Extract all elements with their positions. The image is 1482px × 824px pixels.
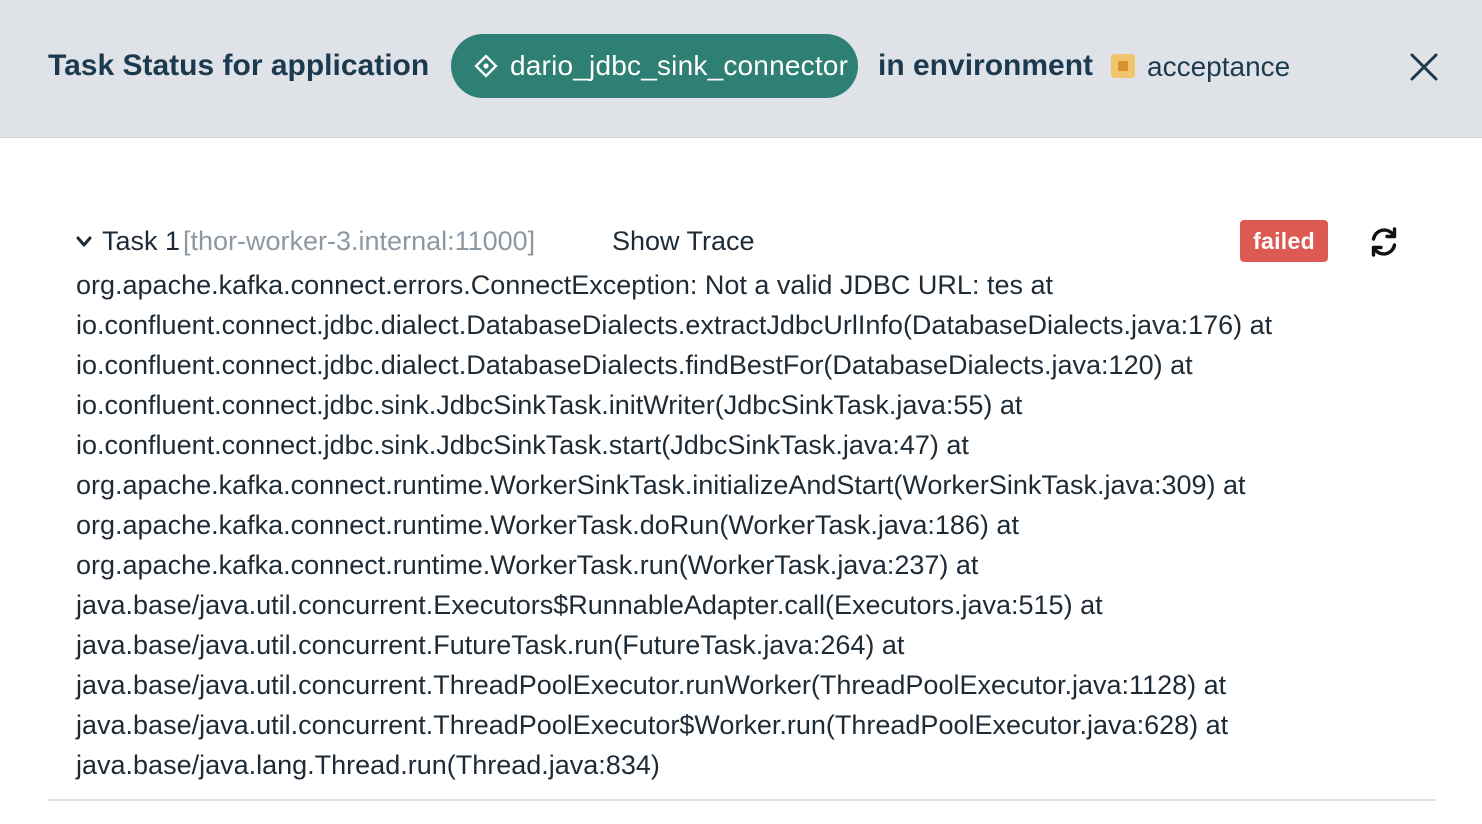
trace-line: org.apache.kafka.connect.runtime.WorkerT… xyxy=(76,510,1019,540)
chevron-down-icon[interactable] xyxy=(74,232,94,252)
trace-line: io.confluent.connect.jdbc.dialect.Databa… xyxy=(76,310,1273,340)
show-trace-link[interactable]: Show Trace xyxy=(612,224,755,258)
modal-header: Task Status for application dario_jdbc_s… xyxy=(0,0,1482,138)
application-name: dario_jdbc_sink_connector xyxy=(510,50,849,81)
refresh-icon xyxy=(1371,227,1397,257)
trace-line: org.apache.kafka.connect.runtime.WorkerS… xyxy=(76,470,1246,500)
trace-line: java.base/java.util.concurrent.FutureTas… xyxy=(76,630,905,660)
trace-line: io.confluent.connect.jdbc.sink.JdbcSinkT… xyxy=(76,430,969,460)
application-pill[interactable]: dario_jdbc_sink_connector xyxy=(451,34,858,98)
environment-square-icon xyxy=(1111,54,1135,78)
task-label[interactable]: Task 1 xyxy=(102,224,180,258)
task-worker-host: [thor-worker-3.internal:11000] xyxy=(183,226,536,256)
refresh-button[interactable] xyxy=(1365,223,1403,261)
trace-line: java.base/java.util.concurrent.ThreadPoo… xyxy=(76,670,1227,700)
environment-name: acceptance xyxy=(1147,51,1291,82)
trace-line: io.confluent.connect.jdbc.sink.JdbcSinkT… xyxy=(76,390,1023,420)
trace-line: java.base/java.util.concurrent.Executors… xyxy=(76,590,1103,620)
trace-line: java.base/java.lang.Thread.run(Thread.ja… xyxy=(76,750,660,780)
status-badge: failed xyxy=(1240,220,1328,262)
modal-title: Task Status for application xyxy=(48,49,430,82)
trace-line: org.apache.kafka.connect.runtime.WorkerT… xyxy=(76,550,979,580)
divider xyxy=(48,799,1436,801)
diamond-app-icon xyxy=(471,51,501,81)
environment-prefix-text: in environment xyxy=(878,49,1094,82)
close-button[interactable] xyxy=(1403,46,1445,88)
trace-line: io.confluent.connect.jdbc.dialect.Databa… xyxy=(76,350,1193,380)
trace-line: org.apache.kafka.connect.errors.ConnectE… xyxy=(76,270,1053,300)
stack-trace: org.apache.kafka.connect.errors.ConnectE… xyxy=(76,265,1456,785)
close-icon xyxy=(1410,53,1438,81)
trace-line: java.base/java.util.concurrent.ThreadPoo… xyxy=(76,710,1229,740)
task-row: Task 1 [thor-worker-3.internal:11000] Sh… xyxy=(0,220,1482,264)
